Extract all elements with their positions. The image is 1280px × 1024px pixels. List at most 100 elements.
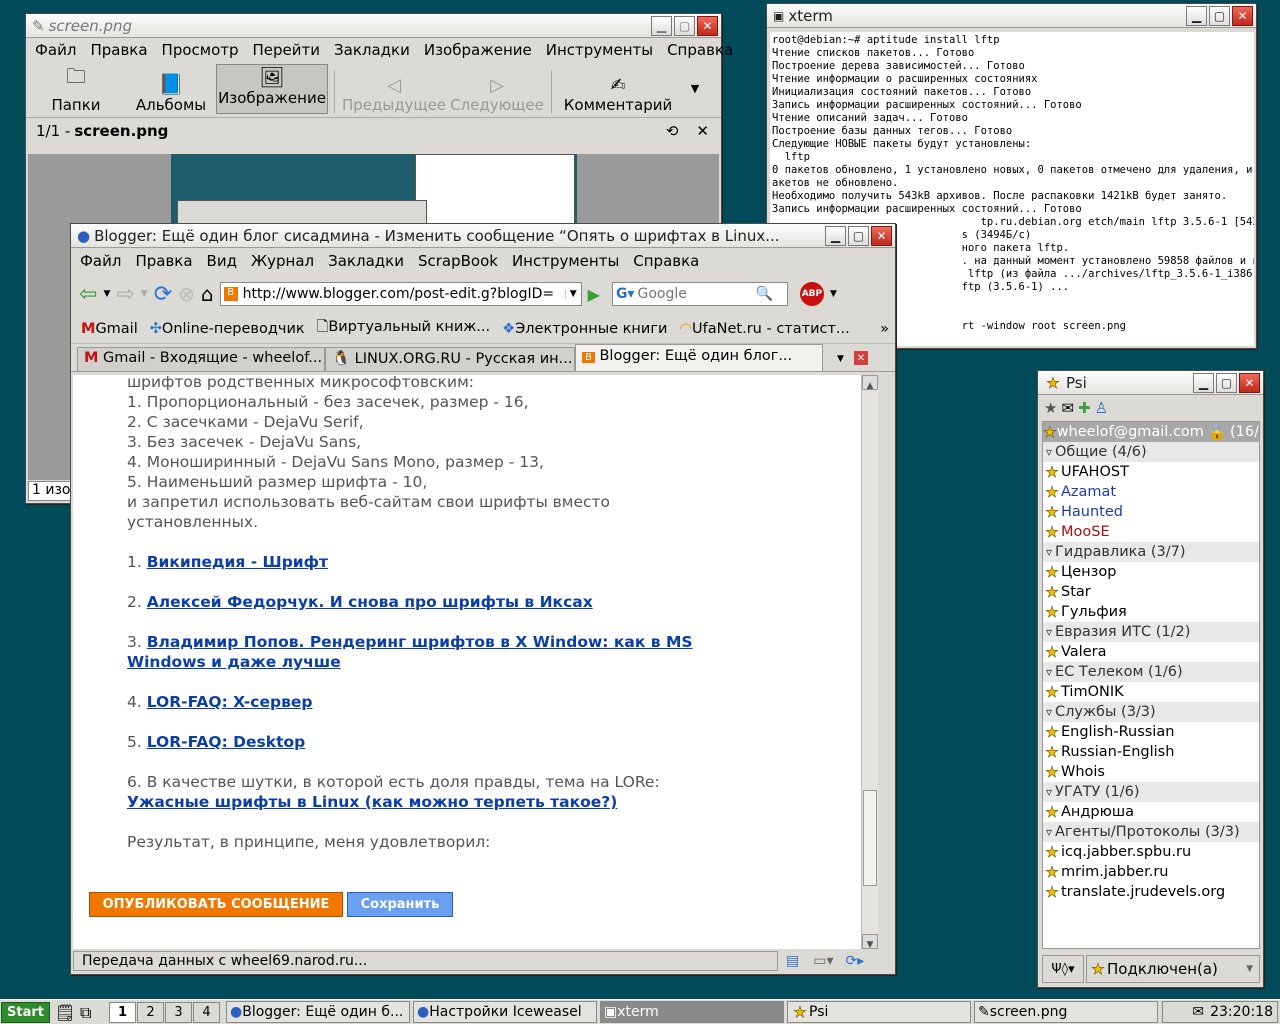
close-button[interactable]: ✕ <box>1239 372 1260 393</box>
minimize-button[interactable]: ▁ <box>825 225 846 246</box>
rotate-icon[interactable]: ⟲ <box>666 122 679 140</box>
task-xterm[interactable]: ▣ xterm <box>600 1001 784 1023</box>
expand-arrow-icon[interactable]: ▿ <box>1043 785 1055 799</box>
roster-group[interactable]: ▿ Гидравлика (3/7) <box>1043 542 1259 562</box>
menu-help[interactable]: Справка <box>660 41 740 59</box>
link-popov-cont[interactable]: Windows и даже лучше <box>127 653 341 671</box>
user-icon[interactable]: ♙ <box>1095 399 1108 417</box>
link-lor-topic[interactable]: Ужасные шрифты в Linux (как можно терпет… <box>127 793 617 811</box>
desktop-2[interactable]: 2 <box>137 1002 164 1023</box>
menu-edit[interactable]: Правка <box>83 41 154 59</box>
close-button[interactable]: ✕ <box>697 15 718 36</box>
roster-group[interactable]: ▿ УГАТУ (1/6) <box>1043 782 1259 802</box>
prev-button[interactable]: ◁ Предыдущее <box>341 75 447 114</box>
psi-titlebar[interactable]: ★ Psi ▁ ▢ ✕ <box>1038 371 1263 395</box>
menu-history[interactable]: Журнал <box>244 252 321 270</box>
menu-file[interactable]: Файл <box>28 41 83 59</box>
viewer-titlebar[interactable]: ✎ screen.png ▁ ▢ ✕ <box>26 14 721 38</box>
account-row[interactable]: ★ wheelof@gmail.com 🔒 (16/ <box>1043 422 1259 442</box>
url-bar[interactable]: B http://www.blogger.com/post-edit.g?blo… <box>219 282 582 306</box>
menu-image[interactable]: Изображение <box>417 41 539 59</box>
expand-arrow-icon[interactable]: ▿ <box>1043 705 1055 719</box>
maximize-button[interactable]: ▢ <box>674 15 695 36</box>
link-wikipedia[interactable]: Википедия - Шрифт <box>147 553 328 571</box>
link-lor-faq-xserver[interactable]: LOR-FAQ: X-сервер <box>147 693 313 711</box>
menu-go[interactable]: Перейти <box>246 41 328 59</box>
comment-button[interactable]: ✍ Комментарий <box>556 75 680 114</box>
roster-group[interactable]: ▿ Общие (4/6) <box>1043 442 1259 462</box>
menu-scrapbook[interactable]: ScrapBook <box>411 252 505 270</box>
close-button[interactable]: ✕ <box>871 225 892 246</box>
task-screen-png[interactable]: ✎ screen.png <box>974 1001 1158 1023</box>
roster-contact[interactable]: ★ Гульфия <box>1043 602 1259 622</box>
roster-contact[interactable]: ★ Valera <box>1043 642 1259 662</box>
link-popov[interactable]: Владимир Попов. Рендеринг шрифтов в X Wi… <box>147 633 693 651</box>
psi-menu-icon[interactable]: Ψ◊▾ <box>1042 955 1084 983</box>
search-input[interactable] <box>637 286 756 302</box>
roster-contact[interactable]: ★ MooSE <box>1043 522 1259 542</box>
popup-icon[interactable]: ▭▾ <box>813 953 833 969</box>
tab-lor[interactable]: 🐧 LINUX.ORG.RU - Русская ин... <box>325 347 575 371</box>
publish-button[interactable]: ОПУБЛИКОВАТЬ СООБЩЕНИЕ <box>89 892 343 917</box>
bookmark-ufanet[interactable]: ◠UfaNet.ru - статист... <box>679 321 849 337</box>
stop-icon[interactable]: ⊗ <box>178 282 195 306</box>
desktop-1[interactable]: 1 <box>109 1002 136 1023</box>
roster-contact[interactable]: ★ Whois <box>1043 762 1259 782</box>
roster[interactable]: ★ wheelof@gmail.com 🔒 (16/ ▿ Общие (4/6) ★… <box>1042 421 1260 949</box>
menu-file[interactable]: Файл <box>73 252 128 270</box>
expand-arrow-icon[interactable]: ▿ <box>1043 545 1055 559</box>
roster-group[interactable]: ▿ ЕС Телеком (1/6) <box>1043 662 1259 682</box>
tab-blogger[interactable]: B Blogger: Ещё один блог... <box>575 344 823 371</box>
roster-group[interactable]: ▿ Евразия ИТС (1/2) <box>1043 622 1259 642</box>
roster-group[interactable]: ▿ Агенты/Протоколы (3/3) <box>1043 822 1259 842</box>
mail-icon[interactable]: ✉ <box>1192 1004 1204 1020</box>
albums-button[interactable]: 📘 Альбомы <box>126 72 216 114</box>
menu-help[interactable]: Справка <box>626 252 706 270</box>
toolbar-overflow-icon[interactable]: ▼ <box>680 82 710 95</box>
menu-view[interactable]: Просмотр <box>155 41 246 59</box>
maximize-button[interactable]: ▢ <box>1209 5 1230 26</box>
menu-tools[interactable]: Инструменты <box>539 41 660 59</box>
tab-list-icon[interactable]: ▼ <box>837 354 844 364</box>
start-button[interactable]: Start <box>1 1002 50 1023</box>
search-icon[interactable]: 🔍 <box>755 286 772 302</box>
forward-dropdown-icon[interactable]: ▼ <box>141 289 148 299</box>
roster-contact[interactable]: ★ icq.jabber.spbu.ru <box>1043 842 1259 862</box>
back-dropdown-icon[interactable]: ▼ <box>103 289 110 299</box>
browser-titlebar[interactable]: ● Blogger: Ещё один блог сисадмина - Изм… <box>71 224 895 248</box>
roster-group[interactable]: ▿ Службы (3/3) <box>1043 702 1259 722</box>
home-icon[interactable]: ⌂ <box>201 282 214 306</box>
bookmark-gmail[interactable]: MGmail <box>81 321 138 337</box>
scrapbook-icon[interactable]: ⟳▸ <box>846 953 865 969</box>
roster-contact[interactable]: ★ Azamat <box>1043 482 1259 502</box>
maximize-button[interactable]: ▢ <box>1216 372 1237 393</box>
vertical-scrollbar[interactable]: ▲ ▼ <box>861 375 878 949</box>
go-icon[interactable]: ▶ <box>588 285 600 304</box>
minimize-button[interactable]: ▁ <box>651 15 672 36</box>
xterm-titlebar[interactable]: ▣ xterm ▁ ▢ ✕ <box>767 4 1256 28</box>
show-desktop-icon[interactable]: 🗒 <box>55 1003 75 1022</box>
close-button[interactable]: ✕ <box>1232 5 1253 26</box>
bookmark-virtual-book[interactable]: 🗋Виртуальный книж... <box>317 316 491 341</box>
roster-contact[interactable]: ★ Цензор <box>1043 562 1259 582</box>
roster-contact[interactable]: ★ Андрюша <box>1043 802 1259 822</box>
search-box[interactable]: G▾ 🔍 <box>611 282 788 306</box>
options-star-icon[interactable]: ★ <box>1044 399 1057 417</box>
roster-contact[interactable]: ★ translate.jrudevels.org <box>1043 882 1259 902</box>
save-button[interactable]: Сохранить <box>347 892 453 917</box>
roster-contact[interactable]: ★ Haunted <box>1043 502 1259 522</box>
window-list-icon[interactable]: ⧉ <box>80 1003 91 1023</box>
minimize-button[interactable]: ▁ <box>1193 372 1214 393</box>
reload-icon[interactable]: ⟳ <box>154 282 172 307</box>
agents-icon[interactable]: ✚ <box>1078 399 1091 417</box>
close-tab-icon[interactable]: ✕ <box>853 351 868 365</box>
status-dropdown[interactable]: ★ Подключен(а) ▼ <box>1086 955 1260 983</box>
bookmark-ebooks[interactable]: ❖Электронные книги <box>502 321 667 337</box>
desktop-4[interactable]: 4 <box>193 1002 220 1023</box>
menu-bookmarks[interactable]: Закладки <box>327 41 417 59</box>
roster-contact[interactable]: ★ UFAHOST <box>1043 462 1259 482</box>
expand-arrow-icon[interactable]: ▿ <box>1043 625 1055 639</box>
image-button[interactable]: 🖼 Изображение <box>216 64 328 114</box>
maximize-button[interactable]: ▢ <box>848 225 869 246</box>
scroll-down-icon[interactable]: ▼ <box>862 934 878 949</box>
